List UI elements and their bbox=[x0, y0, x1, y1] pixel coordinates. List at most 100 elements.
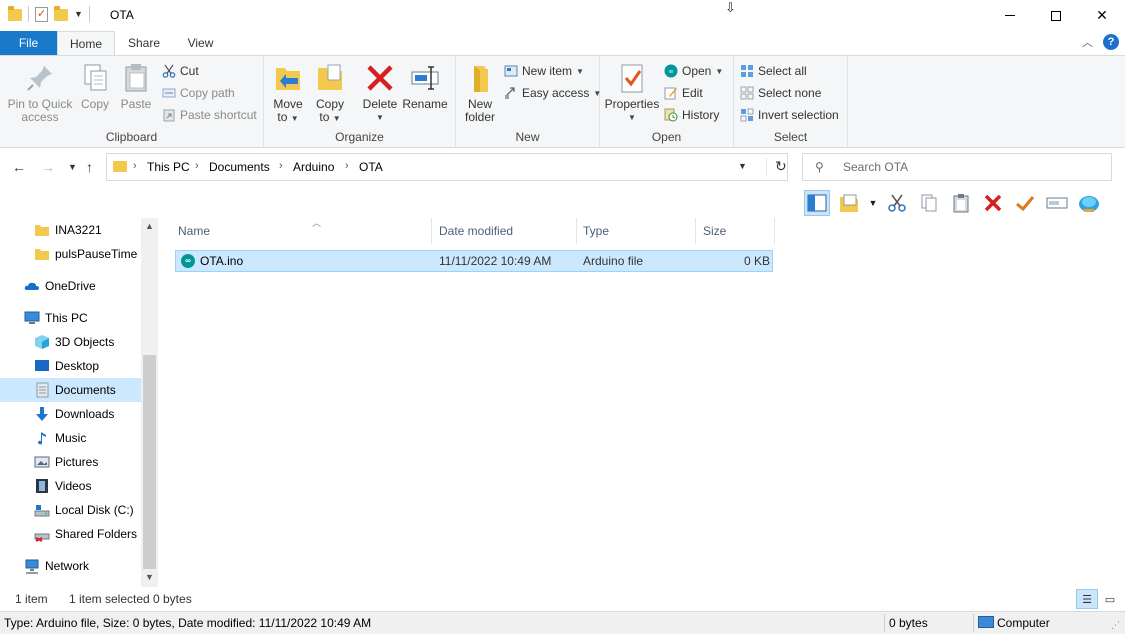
status-bar: 1 item 1 item selected 0 bytes ☰ ▭ bbox=[0, 587, 1125, 611]
scissors-icon[interactable] bbox=[884, 190, 910, 216]
shared-drive-icon bbox=[34, 526, 50, 542]
nav-item-pictures[interactable]: Pictures bbox=[0, 450, 141, 474]
nav-item-network[interactable]: Network bbox=[0, 554, 141, 578]
refresh-icon[interactable]: ↻ bbox=[766, 158, 787, 176]
scroll-down-icon[interactable]: ▼ bbox=[145, 572, 154, 582]
rename-icon[interactable] bbox=[1044, 190, 1070, 216]
close-button[interactable]: ✕ bbox=[1079, 0, 1125, 31]
help-icon[interactable]: ? bbox=[1103, 34, 1119, 50]
chevron-down-icon[interactable]: ▼ bbox=[868, 190, 878, 216]
paste-shortcut-button[interactable]: Paste shortcut bbox=[162, 106, 257, 124]
clipboard-group-label: Clipboard bbox=[105, 130, 158, 144]
select-none-button[interactable]: Select none bbox=[740, 84, 821, 102]
minimize-ribbon-icon[interactable]: ︿ bbox=[1082, 34, 1093, 50]
column-header-date-modified[interactable]: Date modified bbox=[433, 218, 577, 244]
address-bar[interactable]: › This PC › Documents › Arduino › OTA ▼ … bbox=[106, 153, 788, 181]
tab-view[interactable]: View bbox=[173, 31, 228, 55]
column-header-label: Name bbox=[178, 224, 211, 238]
search-input[interactable]: Search OTA bbox=[843, 160, 908, 174]
column-header-name[interactable]: ︿ Name bbox=[172, 218, 432, 244]
edit-button[interactable]: Edit bbox=[664, 84, 703, 102]
copy-button[interactable]: Copy bbox=[78, 62, 112, 111]
new-item-button[interactable]: New item ▼ bbox=[504, 62, 584, 80]
copy-to-button[interactable]: Copy to ▼ bbox=[312, 62, 348, 125]
nav-item-downloads[interactable]: Downloads bbox=[0, 402, 141, 426]
navigation-pane-scrollbar[interactable]: ▲ ▼ bbox=[141, 218, 158, 587]
breadcrumb-arduino[interactable]: Arduino bbox=[293, 160, 334, 174]
nav-item-label: Documents bbox=[55, 383, 116, 397]
tab-file[interactable]: File bbox=[0, 31, 57, 55]
open-button[interactable]: ∞ Open ▼ bbox=[664, 62, 723, 80]
navigation-pane-toggle-icon[interactable] bbox=[804, 190, 830, 216]
nav-item-label: Shared Folders (\ bbox=[55, 527, 141, 541]
checkmark-icon[interactable] bbox=[1012, 190, 1038, 216]
invert-selection-button[interactable]: Invert selection bbox=[740, 106, 839, 124]
nav-item-label: Music bbox=[55, 431, 87, 445]
shell-icon[interactable] bbox=[1076, 190, 1102, 216]
recent-locations-chevron-icon[interactable]: ▼ bbox=[68, 162, 77, 172]
nav-item-onedrive[interactable]: OneDrive bbox=[0, 274, 141, 298]
pin-to-quick-access-button[interactable]: Pin to Quick access bbox=[6, 62, 74, 124]
new-folder-button[interactable]: New folder bbox=[460, 62, 500, 124]
paste-button[interactable]: Paste bbox=[118, 62, 154, 111]
file-date-modified: 11/11/2022 10:49 AM bbox=[439, 254, 552, 268]
breadcrumb-documents[interactable]: Documents bbox=[209, 160, 270, 174]
tab-home[interactable]: Home bbox=[57, 31, 115, 56]
nav-item-videos[interactable]: Videos bbox=[0, 474, 141, 498]
minimize-button[interactable] bbox=[987, 0, 1033, 31]
organize-group: Move to ▼ Copy to ▼ Delete ▼ Rename Orga… bbox=[264, 56, 456, 148]
table-row[interactable]: ∞ OTA.ino 11/11/2022 10:49 AM Arduino fi… bbox=[175, 250, 773, 272]
properties-label: Properties bbox=[604, 97, 660, 111]
search-box[interactable]: ⚲ Search OTA bbox=[802, 153, 1112, 181]
nav-item-music[interactable]: Music bbox=[0, 426, 141, 450]
new-folder-icon[interactable] bbox=[54, 6, 68, 21]
copy-to-label-text: to bbox=[319, 110, 330, 124]
layout-options-icon[interactable] bbox=[836, 190, 862, 216]
nav-item-desktop[interactable]: Desktop bbox=[0, 354, 141, 378]
history-button[interactable]: History bbox=[664, 106, 719, 124]
details-view-icon[interactable]: ☰ bbox=[1076, 589, 1098, 609]
breadcrumb-ota[interactable]: OTA bbox=[359, 160, 383, 174]
column-header-size[interactable]: Size bbox=[697, 218, 775, 244]
address-dropdown-chevron-icon[interactable]: ▼ bbox=[738, 161, 747, 171]
paste-icon[interactable] bbox=[948, 190, 974, 216]
nav-item-this-pc[interactable]: This PC bbox=[0, 306, 141, 330]
nav-item-shared-folders[interactable]: Shared Folders (\ bbox=[0, 522, 141, 546]
nav-item-documents[interactable]: Documents bbox=[0, 378, 141, 402]
nav-item-ina3221[interactable]: INA3221 bbox=[0, 218, 141, 242]
properties-icon[interactable] bbox=[35, 6, 48, 22]
move-to-button[interactable]: Move to ▼ bbox=[270, 62, 306, 125]
open-label: Open bbox=[682, 64, 712, 78]
scroll-thumb[interactable] bbox=[143, 355, 156, 569]
cut-button[interactable]: Cut bbox=[162, 62, 199, 80]
copy-path-button[interactable]: Copy path bbox=[162, 84, 235, 102]
nav-item-label: OneDrive bbox=[45, 279, 96, 293]
nav-item-local-disk[interactable]: Local Disk (C:) bbox=[0, 498, 141, 522]
chevron-down-icon[interactable]: ▼ bbox=[74, 9, 83, 19]
tab-share[interactable]: Share bbox=[115, 31, 173, 55]
up-arrow-icon[interactable]: ↑ bbox=[86, 159, 93, 175]
scroll-up-icon[interactable]: ▲ bbox=[145, 221, 154, 231]
pictures-icon bbox=[34, 454, 50, 470]
rename-label: Rename bbox=[402, 97, 448, 111]
select-all-button[interactable]: Select all bbox=[740, 62, 807, 80]
large-icons-view-icon[interactable]: ▭ bbox=[1099, 589, 1121, 609]
rename-button[interactable]: Rename bbox=[402, 62, 448, 111]
easy-access-button[interactable]: Easy access ▼ bbox=[504, 84, 601, 102]
delete-button[interactable]: Delete ▼ bbox=[360, 62, 400, 124]
video-icon bbox=[34, 478, 50, 494]
nav-item-3d-objects[interactable]: 3D Objects bbox=[0, 330, 141, 354]
nav-item-pulspausetime[interactable]: pulsPauseTime bbox=[0, 242, 141, 266]
forward-arrow-icon[interactable]: → bbox=[41, 159, 55, 175]
rename-icon bbox=[409, 62, 441, 94]
back-arrow-icon[interactable]: ← bbox=[12, 159, 26, 175]
copy-icon[interactable] bbox=[916, 190, 942, 216]
column-header-type[interactable]: Type bbox=[577, 218, 696, 244]
delete-icon[interactable] bbox=[980, 190, 1006, 216]
chevron-down-icon: ▼ bbox=[715, 66, 724, 76]
maximize-button[interactable] bbox=[1033, 0, 1079, 31]
chevron-down-icon: ▼ bbox=[628, 113, 636, 122]
breadcrumb-this-pc[interactable]: This PC bbox=[147, 160, 190, 174]
properties-button[interactable]: Properties ▼ bbox=[604, 62, 660, 124]
resize-grip-icon[interactable]: ⋰ bbox=[1111, 620, 1120, 631]
